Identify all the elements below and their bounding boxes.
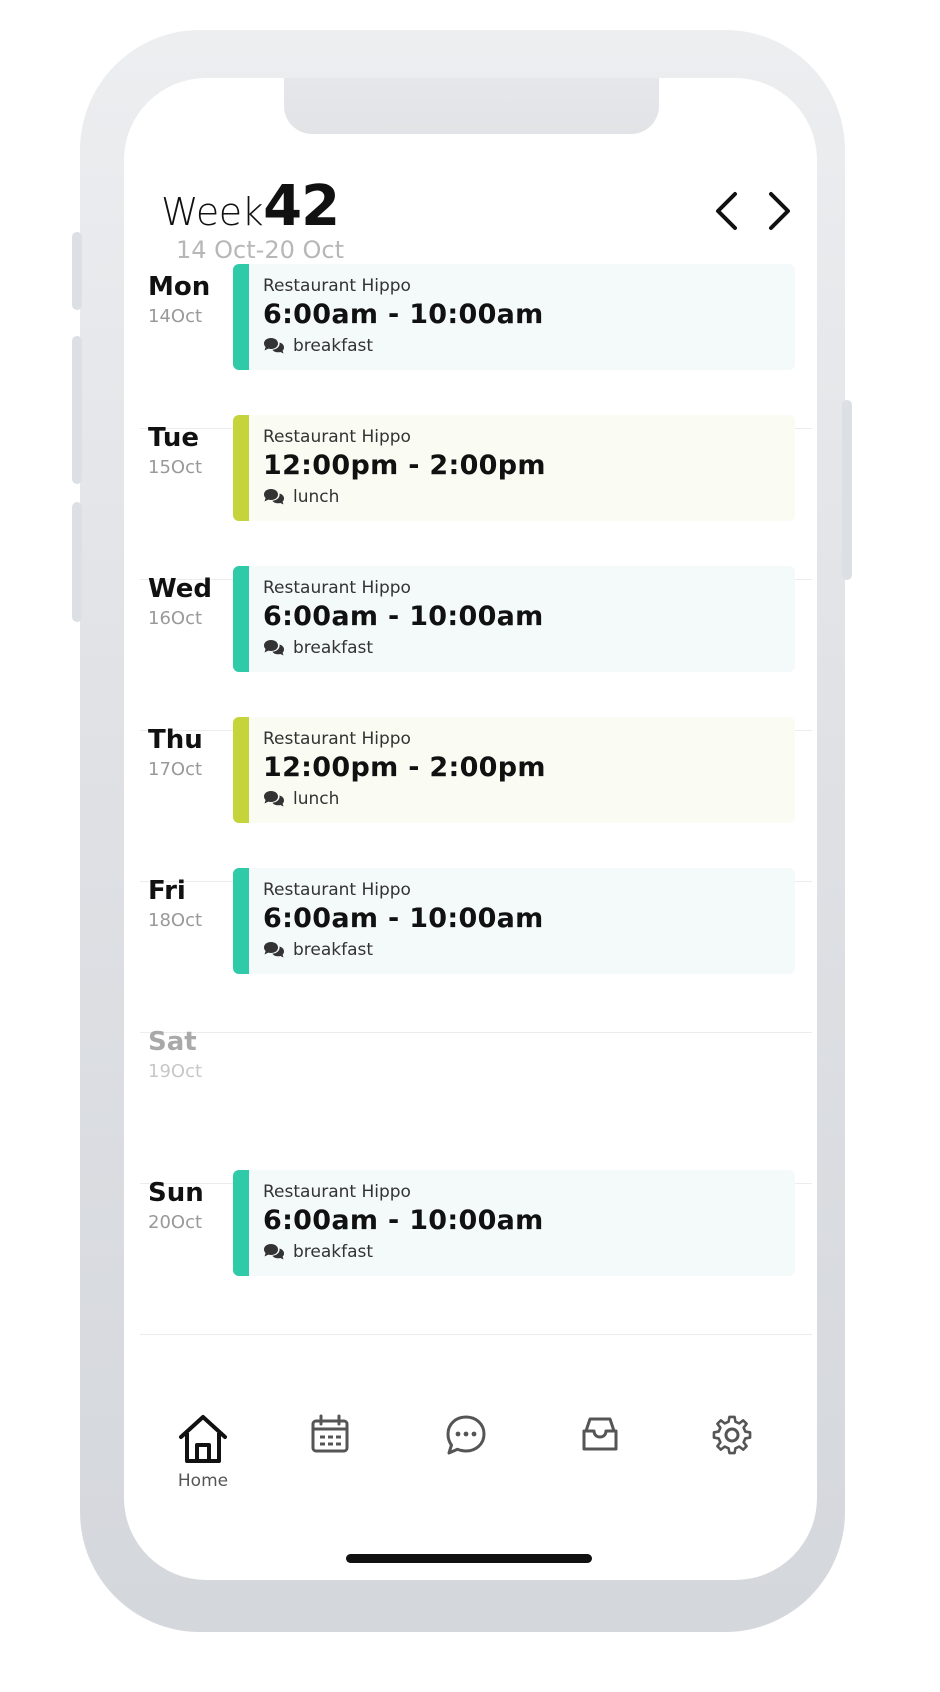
week-label: Week xyxy=(161,190,264,234)
gear-icon xyxy=(712,1415,752,1455)
shift-note: breakfast xyxy=(263,1242,373,1262)
shift-color-bar xyxy=(233,717,249,823)
day-row-mon: Mon 14Oct Restaurant Hippo 6:00am - 10:00am… xyxy=(140,264,812,429)
next-week-button[interactable] xyxy=(760,188,800,234)
tab-settings[interactable] xyxy=(682,1413,782,1503)
shift-card[interactable]: Restaurant Hippo 6:00am - 10:00am breakfas… xyxy=(233,868,795,974)
shift-color-bar xyxy=(233,1170,249,1276)
shift-note-text: breakfast xyxy=(293,1242,374,1262)
tab-home-label: Home xyxy=(177,1471,229,1491)
day-name: Sat xyxy=(148,1027,197,1057)
shift-restaurant: Restaurant Hippo xyxy=(263,578,411,598)
tab-home[interactable]: Home xyxy=(153,1413,253,1503)
day-date: 15Oct xyxy=(148,457,203,478)
chat-bubbles-icon xyxy=(264,1244,284,1260)
inbox-icon xyxy=(582,1417,618,1451)
shift-card[interactable]: Restaurant Hippo 6:00am - 10:00am breakfas… xyxy=(233,1170,795,1276)
shift-card[interactable]: Restaurant Hippo 6:00am - 10:00am breakfas… xyxy=(233,566,795,672)
calendar-icon xyxy=(311,1414,349,1453)
day-row-thu: Thu 17Oct Restaurant Hippo 12:00pm - 2:00pm… xyxy=(140,717,812,882)
day-date: 19Oct xyxy=(148,1061,203,1082)
chat-bubbles-icon xyxy=(264,489,284,505)
shift-note: breakfast xyxy=(263,940,373,960)
day-row-fri: Fri 18Oct Restaurant Hippo 6:00am - 10:00am… xyxy=(140,868,812,1033)
page-title: Week 42 xyxy=(161,174,340,239)
shift-restaurant: Restaurant Hippo xyxy=(263,1182,411,1202)
day-row-tue: Tue 15Oct Restaurant Hippo 12:00pm - 2:00pm… xyxy=(140,415,812,580)
phone-side-button-left-3 xyxy=(72,502,82,622)
chevron-left-icon xyxy=(716,192,737,230)
day-row-sat: Sat 19Oct xyxy=(140,1019,812,1184)
shift-time: 6:00am - 10:00am xyxy=(263,903,544,934)
phone-notch xyxy=(284,78,659,134)
day-name: Wed xyxy=(148,574,212,604)
app-screen: Week 42 14 Oct-20 Oct Mon 14Oct Restaurant … xyxy=(124,78,817,1580)
shift-card[interactable]: Restaurant Hippo 6:00am - 10:00am breakfas… xyxy=(233,264,795,370)
shift-time: 6:00am - 10:00am xyxy=(263,1205,544,1236)
day-name: Thu xyxy=(148,725,203,755)
shift-note: lunch xyxy=(263,789,339,809)
day-name: Sun xyxy=(148,1178,204,1208)
shift-restaurant: Restaurant Hippo xyxy=(263,276,411,296)
day-row-sun: Sun 20Oct Restaurant Hippo 6:00am - 10:00am… xyxy=(140,1170,812,1335)
tab-calendar[interactable] xyxy=(280,1413,380,1503)
day-date: 20Oct xyxy=(148,1212,203,1233)
shift-note: breakfast xyxy=(263,336,373,356)
shift-color-bar xyxy=(233,415,249,521)
shift-time: 6:00am - 10:00am xyxy=(263,601,544,632)
shift-restaurant: Restaurant Hippo xyxy=(263,729,411,749)
phone-side-button-left-2 xyxy=(72,336,82,484)
shift-note-text: breakfast xyxy=(293,336,374,356)
week-date-range: 14 Oct-20 Oct xyxy=(176,236,344,264)
day-name: Fri xyxy=(148,876,186,906)
previous-week-button[interactable] xyxy=(706,188,746,234)
chat-bubbles-icon xyxy=(264,942,284,958)
day-date: 14Oct xyxy=(148,306,203,327)
shift-color-bar xyxy=(233,566,249,672)
week-number: 42 xyxy=(263,174,340,239)
day-row-wed: Wed 16Oct Restaurant Hippo 6:00am - 10:00am… xyxy=(140,566,812,731)
chevron-right-icon xyxy=(769,192,790,230)
shift-note-text: lunch xyxy=(293,487,340,507)
shift-color-bar xyxy=(233,264,249,370)
chat-bubbles-icon xyxy=(264,640,284,656)
day-date: 16Oct xyxy=(148,608,203,629)
tab-inbox[interactable] xyxy=(550,1413,650,1503)
shift-time: 6:00am - 10:00am xyxy=(263,299,544,330)
day-name: Tue xyxy=(148,423,200,453)
day-date: 17Oct xyxy=(148,759,203,780)
home-icon xyxy=(179,1415,227,1463)
tab-messages[interactable] xyxy=(416,1413,516,1503)
phone-side-button-left-1 xyxy=(72,232,82,310)
shift-note: lunch xyxy=(263,487,339,507)
chat-bubbles-icon xyxy=(264,791,284,807)
shift-note: breakfast xyxy=(263,638,373,658)
chat-bubbles-icon xyxy=(264,338,284,354)
shift-card[interactable]: Restaurant Hippo 12:00pm - 2:00pm lunch xyxy=(233,717,795,823)
shift-restaurant: Restaurant Hippo xyxy=(263,427,411,447)
shift-restaurant: Restaurant Hippo xyxy=(263,880,411,900)
shift-color-bar xyxy=(233,868,249,974)
chat-icon xyxy=(446,1415,486,1455)
shift-note-text: breakfast xyxy=(293,638,374,658)
shift-note-text: lunch xyxy=(293,789,340,809)
shift-card[interactable]: Restaurant Hippo 12:00pm - 2:00pm lunch xyxy=(233,415,795,521)
shift-time: 12:00pm - 2:00pm xyxy=(263,752,546,783)
day-name: Mon xyxy=(148,272,211,302)
shift-time: 12:00pm - 2:00pm xyxy=(263,450,546,481)
shift-note-text: breakfast xyxy=(293,940,374,960)
home-indicator xyxy=(346,1554,592,1563)
phone-side-button-right xyxy=(842,400,852,580)
day-date: 18Oct xyxy=(148,910,203,931)
bottom-tab-bar: Home xyxy=(140,1403,812,1513)
